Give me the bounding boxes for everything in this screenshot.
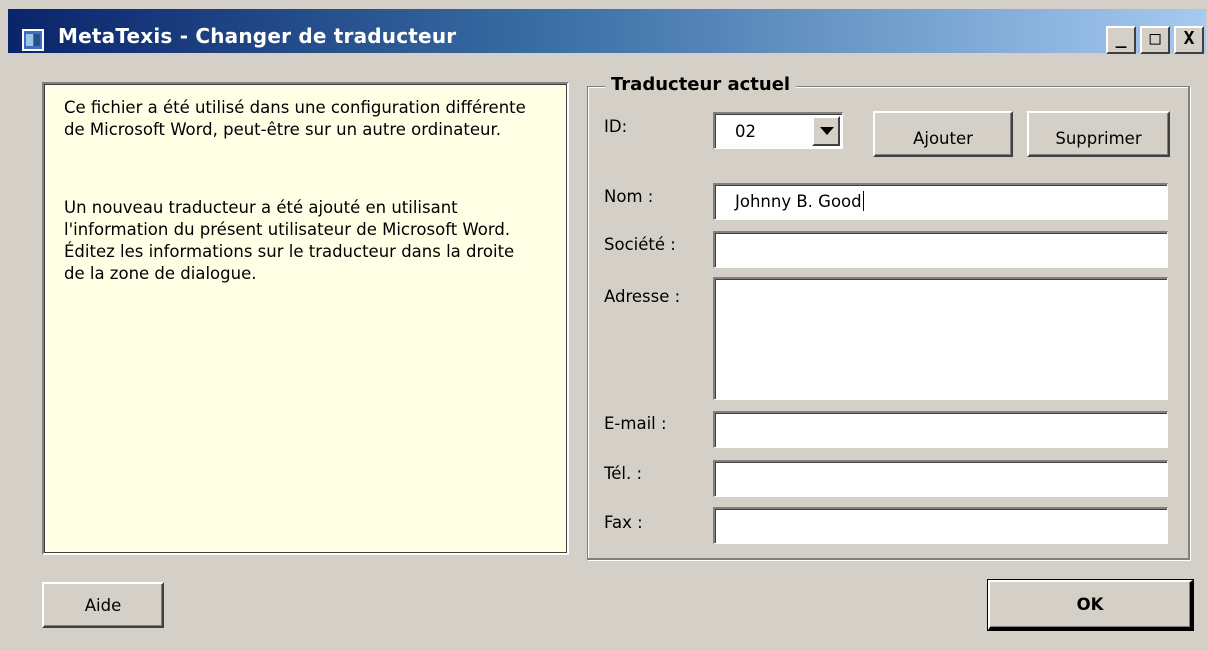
- fax-field[interactable]: [713, 507, 1168, 544]
- name-field[interactable]: Johnny B. Good: [713, 183, 1168, 220]
- dialog-window: MetaTexis - Changer de traducteur _ □ X …: [0, 0, 1208, 650]
- phone-label: Tél. :: [604, 464, 643, 483]
- delete-translator-button[interactable]: Supprimer: [1027, 111, 1170, 157]
- info-paragraph-2: Un nouveau traducteur a été ajouté en ut…: [64, 198, 515, 283]
- id-dropdown[interactable]: 02: [713, 112, 843, 149]
- chevron-down-icon: [820, 127, 834, 135]
- email-label: E-mail :: [604, 414, 667, 433]
- company-field[interactable]: [713, 231, 1168, 268]
- info-panel: Ce fichier a été utilisé dans une config…: [42, 82, 569, 555]
- ok-button[interactable]: OK: [987, 579, 1194, 631]
- name-label: Nom :: [604, 187, 654, 206]
- address-field[interactable]: [713, 277, 1168, 400]
- email-field[interactable]: [713, 411, 1168, 448]
- app-icon: [22, 29, 44, 51]
- minimize-icon: _: [1115, 28, 1127, 49]
- id-value: 02: [735, 122, 756, 141]
- window-title: MetaTexis - Changer de traducteur: [58, 24, 457, 48]
- fax-label: Fax :: [604, 513, 643, 532]
- close-button[interactable]: X: [1174, 26, 1204, 54]
- phone-field[interactable]: [713, 460, 1168, 497]
- help-button[interactable]: Aide: [42, 582, 164, 628]
- maximize-button[interactable]: □: [1140, 26, 1170, 54]
- info-paragraph-1: Ce fichier a été utilisé dans une config…: [64, 98, 526, 139]
- id-dropdown-button[interactable]: [812, 116, 840, 146]
- name-value: Johnny B. Good: [735, 192, 862, 211]
- add-translator-button[interactable]: Ajouter: [873, 111, 1013, 157]
- text-caret: [862, 191, 864, 211]
- translator-group-title: Traducteur actuel: [605, 74, 797, 95]
- address-label: Adresse :: [604, 287, 681, 306]
- close-icon: X: [1183, 28, 1195, 49]
- maximize-icon: □: [1149, 28, 1161, 49]
- minimize-button[interactable]: _: [1106, 26, 1136, 54]
- id-label: ID:: [604, 117, 628, 136]
- company-label: Société :: [604, 235, 676, 254]
